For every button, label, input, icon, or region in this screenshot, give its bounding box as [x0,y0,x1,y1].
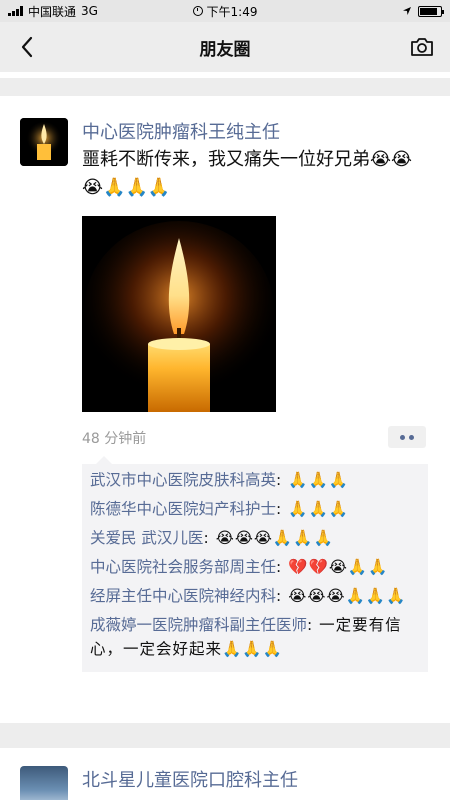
candle-avatar-image [20,118,68,166]
moments-feed[interactable]: 中心医院肿瘤科王纯主任 噩耗不断传来，我又痛失一位好兄弟😭😭😭🙏🙏🙏 48 分钟… [0,72,450,800]
chevron-left-icon [21,36,33,58]
back-button[interactable] [14,34,40,60]
status-time: 下午1:49 [206,4,258,19]
comment-text: : 🙏🙏🙏 [276,471,350,489]
comment-author[interactable]: 经屏主任中心医院神经内科 [90,587,276,605]
status-left: 中国联通 3G [8,3,158,20]
comment-list: 武汉市中心医院皮肤科高英: 🙏🙏🙏 陈德华中心医院妇产科护士: 🙏🙏🙏 关爱民 武汉… [82,456,428,672]
comment-item[interactable]: 经屏主任中心医院神经内科: 😭😭😭🙏🙏🙏 [90,584,420,608]
comment-text: : 😭😭😭🙏🙏🙏 [276,587,407,605]
carrier-label: 中国联通 [28,4,77,19]
status-right [292,5,444,17]
next-author-avatar[interactable] [20,766,68,800]
camera-button[interactable] [408,34,436,60]
next-moment-post: 北斗星儿童医院口腔科主任 [0,748,450,800]
location-arrow-icon [403,7,411,15]
battery-fill [420,7,437,15]
status-bar: 中国联通 3G 下午1:49 [0,0,450,22]
comment-author[interactable]: 关爱民 武汉儿医 [90,529,203,547]
post-text: 噩耗不断传来，我又痛失一位好兄弟😭😭😭🙏🙏🙏 [82,149,413,198]
battery-icon [418,5,444,17]
comment-text: : 💔💔😭🙏🙏 [276,558,389,576]
comment-item[interactable]: 中心医院社会服务部周主任: 💔💔😭🙏🙏 [90,555,420,579]
author-avatar[interactable] [20,118,68,166]
alarm-icon [192,6,203,16]
comment-item[interactable]: 陈德华中心医院妇产科护士: 🙏🙏🙏 [90,497,420,521]
status-center: 下午1:49 [158,3,292,20]
camera-icon [411,38,433,56]
candle-photo [82,216,276,412]
comment-author[interactable]: 陈德华中心医院妇产科护士 [90,500,276,518]
comment-author[interactable]: 成薇婷一医院肿瘤科副主任医师 [90,616,307,634]
post-timestamp: 48 分钟前 [82,431,147,447]
nav-bar: 朋友圈 [0,22,450,72]
comment-text: : 😭😭😭🙏🙏🙏 [203,529,334,547]
post-author[interactable]: 中心医院肿瘤科王纯主任 [82,118,280,144]
more-actions-button[interactable] [388,426,426,448]
more-dots-icon [400,434,405,440]
comment-item[interactable]: 武汉市中心医院皮肤科高英: 🙏🙏🙏 [90,468,420,492]
page-title: 朋友圈 [199,39,251,60]
post-image[interactable] [82,216,276,412]
comment-text: : 🙏🙏🙏 [276,500,350,518]
comment-item[interactable]: 关爱民 武汉儿医: 😭😭😭🙏🙏🙏 [90,526,420,550]
moment-post: 中心医院肿瘤科王纯主任 噩耗不断传来，我又痛失一位好兄弟😭😭😭🙏🙏🙏 48 分钟… [0,96,450,723]
comment-author[interactable]: 中心医院社会服务部周主任 [90,558,276,576]
comment-author[interactable]: 武汉市中心医院皮肤科高英 [90,471,276,489]
more-dots-icon [409,434,414,440]
next-post-author[interactable]: 北斗星儿童医院口腔科主任 [82,766,298,792]
signal-icon [8,6,23,16]
previous-post-edge [0,72,450,78]
network-label: 3G [81,4,98,18]
comment-item[interactable]: 成薇婷一医院肿瘤科副主任医师: 一定要有信心，一定会好起来🙏🙏🙏 [90,613,420,661]
